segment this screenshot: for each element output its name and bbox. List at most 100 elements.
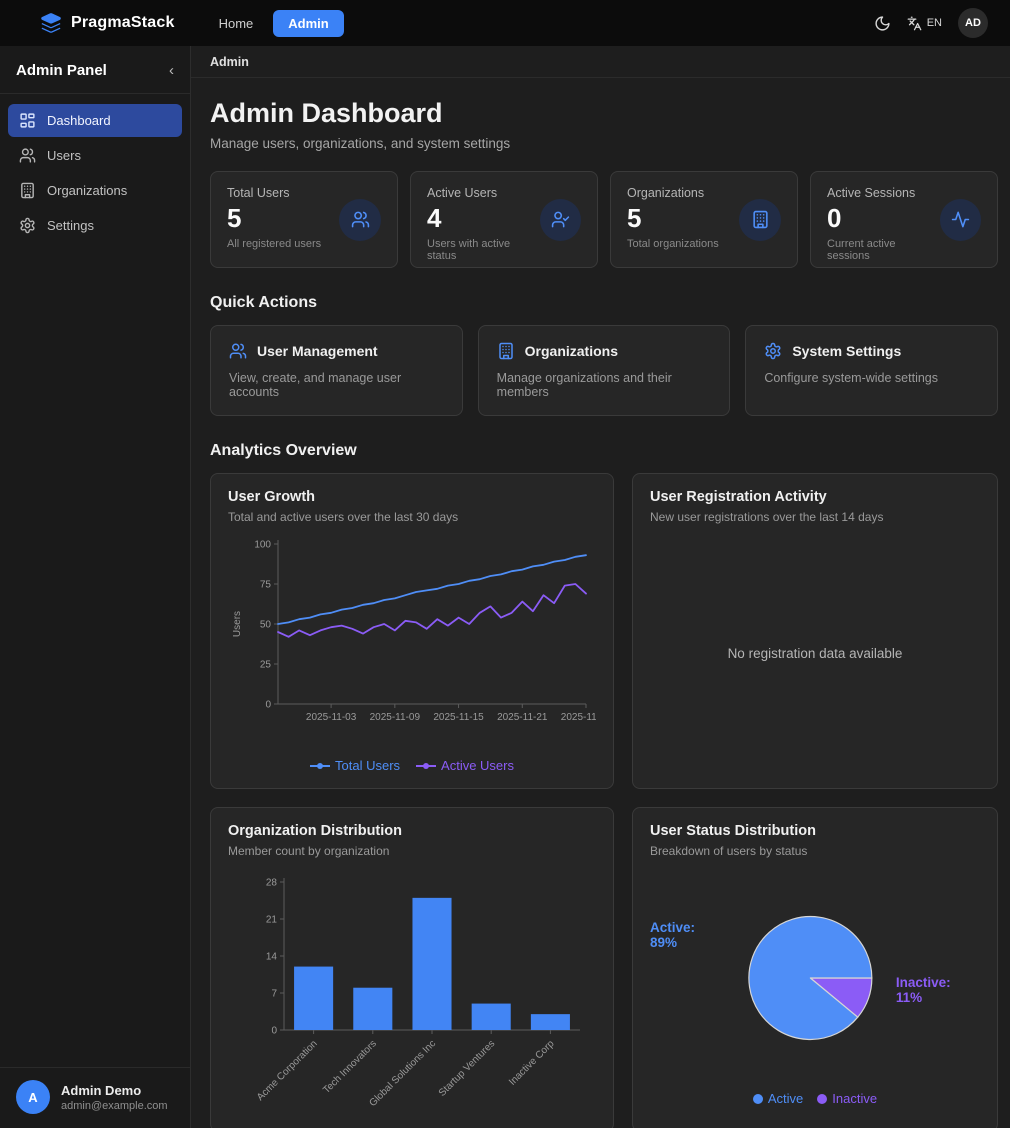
analytics-grid: User Growth Total and active users over … xyxy=(210,473,998,1128)
main-area: Admin Admin Dashboard Manage users, orga… xyxy=(191,46,1010,1128)
svg-text:2025-11-15: 2025-11-15 xyxy=(433,712,484,723)
sidebar-item-dashboard[interactable]: Dashboard xyxy=(8,104,182,137)
stat-card-active-sessions: Active Sessions 0 Current active session… xyxy=(810,171,998,268)
brand-name: PragmaStack xyxy=(71,14,175,32)
gear-icon xyxy=(764,342,782,360)
registration-activity-card: User Registration Activity New user regi… xyxy=(632,473,998,789)
stat-desc: Users with active status xyxy=(427,238,540,262)
legend-label[interactable]: Inactive xyxy=(832,1091,877,1106)
language-button[interactable]: EN xyxy=(907,16,942,31)
svg-text:21: 21 xyxy=(266,915,278,926)
chart-subtitle: Member count by organization xyxy=(228,844,596,858)
pie-zone: Active: 89% Inactive: 11% xyxy=(650,868,980,1087)
user-avatar[interactable]: AD xyxy=(958,8,988,38)
svg-text:2025-11-09: 2025-11-09 xyxy=(370,712,421,723)
analytics-title: Analytics Overview xyxy=(210,442,998,460)
stat-value: 5 xyxy=(627,203,719,234)
dashboard-icon xyxy=(19,112,36,129)
stat-value: 0 xyxy=(827,203,940,234)
quick-card-organizations[interactable]: Organizations Manage organizations and t… xyxy=(478,325,731,416)
svg-text:Acme Corporation: Acme Corporation xyxy=(255,1039,320,1104)
stat-label: Active Users xyxy=(427,186,540,200)
profile-avatar: A xyxy=(16,1080,50,1114)
quick-card-system-settings[interactable]: System Settings Configure system-wide se… xyxy=(745,325,998,416)
sidebar-item-label: Settings xyxy=(47,218,94,233)
topbar: PragmaStack Home Admin EN AD xyxy=(0,0,1010,46)
quick-card-user-management[interactable]: User Management View, create, and manage… xyxy=(210,325,463,416)
theme-toggle-button[interactable] xyxy=(874,15,891,32)
quick-card-title: User Management xyxy=(257,343,378,359)
content: Admin Dashboard Manage users, organizati… xyxy=(191,78,1010,1128)
building-icon xyxy=(19,182,36,199)
nav-home[interactable]: Home xyxy=(209,10,264,37)
sidebar-profile[interactable]: A Admin Demo admin@example.com xyxy=(0,1067,190,1128)
chart-subtitle: New user registrations over the last 14 … xyxy=(650,510,980,524)
user-growth-card: User Growth Total and active users over … xyxy=(210,473,614,789)
org-distribution-card: Organization Distribution Member count b… xyxy=(210,807,614,1128)
quick-actions-title: Quick Actions xyxy=(210,294,998,312)
legend-line-marker xyxy=(416,762,436,770)
svg-text:Tech Innovators: Tech Innovators xyxy=(321,1039,379,1097)
svg-text:75: 75 xyxy=(260,580,272,591)
legend-label[interactable]: Active Users xyxy=(441,758,514,773)
svg-text:0: 0 xyxy=(265,700,271,711)
profile-name: Admin Demo xyxy=(61,1083,168,1098)
page-subtitle: Manage users, organizations, and system … xyxy=(210,136,998,151)
sidebar: Admin Panel ‹ Dashboard Users Organiza xyxy=(0,46,191,1128)
stat-desc: All registered users xyxy=(227,238,321,250)
svg-text:7: 7 xyxy=(271,989,277,1000)
quick-actions: User Management View, create, and manage… xyxy=(210,325,998,416)
sidebar-title: Admin Panel xyxy=(16,62,107,79)
legend-line-marker xyxy=(310,762,330,770)
page-title: Admin Dashboard xyxy=(210,98,998,129)
stats-row: Total Users 5 All registered users Activ… xyxy=(210,171,998,268)
topbar-actions: EN AD xyxy=(874,8,988,38)
chart-title: Organization Distribution xyxy=(228,823,596,839)
svg-text:Inactive Corp: Inactive Corp xyxy=(507,1038,557,1088)
users-icon xyxy=(339,199,381,241)
svg-text:0: 0 xyxy=(271,1026,277,1037)
quick-card-desc: Configure system-wide settings xyxy=(764,371,979,385)
sidebar-collapse-button[interactable]: ‹ xyxy=(169,62,174,79)
user-status-pie-chart xyxy=(735,902,886,1054)
legend-dot xyxy=(817,1094,827,1104)
svg-text:2025-11-03: 2025-11-03 xyxy=(306,712,357,723)
sidebar-item-label: Organizations xyxy=(47,183,127,198)
stat-label: Active Sessions xyxy=(827,186,940,200)
activity-icon xyxy=(940,199,981,241)
quick-card-title: Organizations xyxy=(525,343,618,359)
legend-label[interactable]: Total Users xyxy=(335,758,400,773)
stat-desc: Total organizations xyxy=(627,238,719,250)
chart-title: User Registration Activity xyxy=(650,489,980,505)
sidebar-item-label: Users xyxy=(47,148,81,163)
quick-card-desc: View, create, and manage user accounts xyxy=(229,371,444,399)
svg-text:2025-11-27: 2025-11-27 xyxy=(561,712,596,723)
breadcrumb[interactable]: Admin xyxy=(210,55,249,69)
sidebar-item-label: Dashboard xyxy=(47,113,111,128)
user-check-icon xyxy=(540,199,581,241)
chart-title: User Status Distribution xyxy=(650,823,980,839)
stat-value: 5 xyxy=(227,203,321,234)
building-icon xyxy=(497,342,515,360)
empty-state-message: No registration data available xyxy=(650,534,980,773)
user-growth-line-chart: 02550751002025-11-032025-11-092025-11-15… xyxy=(228,534,596,752)
svg-text:50: 50 xyxy=(260,620,272,631)
brand[interactable]: PragmaStack xyxy=(40,12,175,34)
pie-callout-inactive: Inactive: 11% xyxy=(896,975,980,1005)
user-status-card: User Status Distribution Breakdown of us… xyxy=(632,807,998,1128)
users-icon xyxy=(19,147,36,164)
sidebar-header: Admin Panel ‹ xyxy=(0,46,190,94)
nav-admin[interactable]: Admin xyxy=(273,10,343,37)
profile-email: admin@example.com xyxy=(61,1100,168,1112)
svg-text:2025-11-21: 2025-11-21 xyxy=(497,712,548,723)
gear-icon xyxy=(19,217,36,234)
chart-title: User Growth xyxy=(228,489,596,505)
sidebar-item-users[interactable]: Users xyxy=(8,139,182,172)
stat-card-total-users: Total Users 5 All registered users xyxy=(210,171,398,268)
sidebar-item-organizations[interactable]: Organizations xyxy=(8,174,182,207)
legend-label[interactable]: Active xyxy=(768,1091,803,1106)
sidebar-item-settings[interactable]: Settings xyxy=(8,209,182,242)
svg-text:Users: Users xyxy=(232,611,243,637)
svg-text:28: 28 xyxy=(266,878,278,889)
stat-card-active-users: Active Users 4 Users with active status xyxy=(410,171,598,268)
